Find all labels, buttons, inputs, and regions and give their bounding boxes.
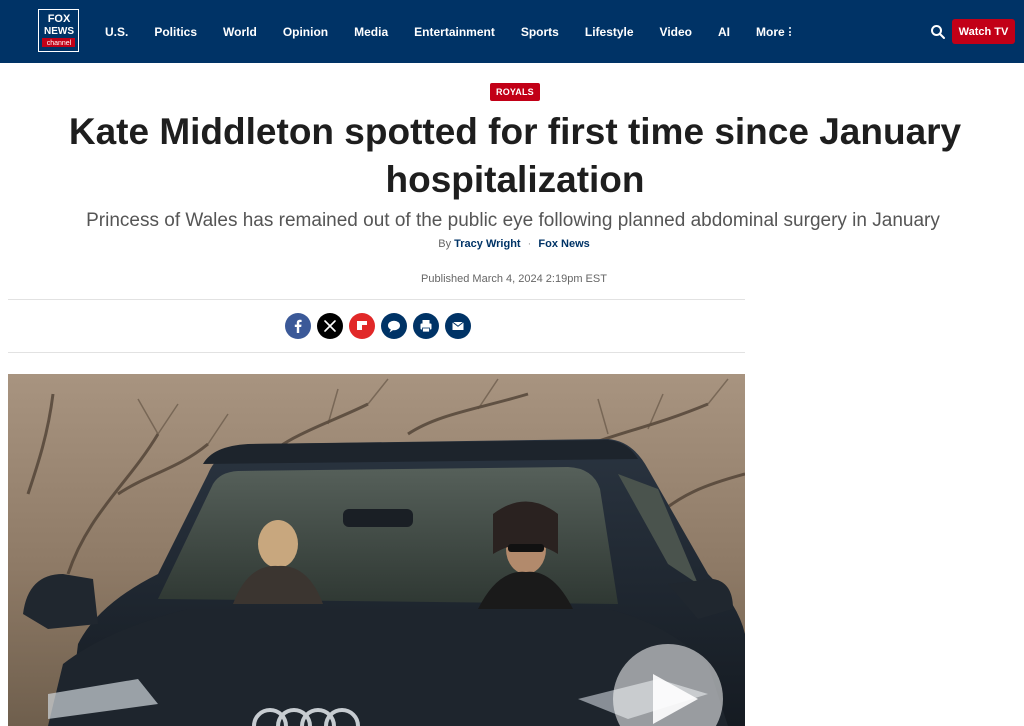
nav-ai[interactable]: AI <box>718 25 730 39</box>
article-hero-image[interactable] <box>8 374 745 726</box>
nav-politics[interactable]: Politics <box>154 25 197 39</box>
logo-line-channel: channel <box>47 40 72 47</box>
x-icon <box>324 320 336 332</box>
byline-prefix: By <box>438 238 452 250</box>
nav-us[interactable]: U.S. <box>105 25 128 39</box>
nav-world[interactable]: World <box>223 25 257 39</box>
divider-top <box>8 299 745 300</box>
share-comments-button[interactable] <box>381 313 407 339</box>
share-flipboard-button[interactable] <box>349 313 375 339</box>
watch-tv-button[interactable]: Watch TV <box>952 19 1015 44</box>
article-headline: Kate Middleton spotted for first time si… <box>68 111 962 200</box>
divider-bottom <box>8 352 745 353</box>
fox-news-logo-mark: FOX NEWS channel <box>39 10 78 51</box>
fox-news-logo[interactable]: FOX NEWS channel <box>38 9 79 52</box>
nav-more-label: More <box>756 24 785 39</box>
facebook-icon <box>294 319 302 333</box>
nav-opinion[interactable]: Opinion <box>283 25 328 39</box>
search-icon[interactable] <box>930 24 946 40</box>
vertical-dots-icon <box>788 27 791 36</box>
nav-more-button[interactable]: More <box>756 25 791 39</box>
print-icon <box>420 320 432 333</box>
published-date: Published March 4, 2024 2:19pm EST <box>421 273 607 285</box>
byline-separator: · <box>527 238 532 250</box>
comment-icon <box>388 320 400 333</box>
nav-video[interactable]: Video <box>660 25 692 39</box>
share-x-button[interactable] <box>317 313 343 339</box>
hero-photo-suv <box>8 374 745 726</box>
nav-lifestyle[interactable]: Lifestyle <box>585 25 634 39</box>
logo-line-news: NEWS <box>44 26 74 37</box>
share-facebook-button[interactable] <box>285 313 311 339</box>
byline: By Tracy Wright · Fox News <box>0 238 1024 250</box>
top-navigation-bar: FOX NEWS channel U.S. Politics World Opi… <box>0 0 1024 63</box>
logo-line-fox: FOX <box>48 13 71 25</box>
article-subheadline: Princess of Wales has remained out of th… <box>86 210 940 231</box>
share-print-button[interactable] <box>413 313 439 339</box>
source-link[interactable]: Fox News <box>538 238 589 250</box>
nav-entertainment[interactable]: Entertainment <box>414 25 495 39</box>
email-icon <box>452 321 464 330</box>
main-nav: U.S. Politics World Opinion Media Entert… <box>92 0 804 63</box>
category-badge[interactable]: ROYALS <box>490 83 540 101</box>
flipboard-icon <box>357 321 367 330</box>
nav-sports[interactable]: Sports <box>521 25 559 39</box>
share-bar <box>285 313 471 339</box>
author-link[interactable]: Tracy Wright <box>454 238 520 250</box>
nav-media[interactable]: Media <box>354 25 388 39</box>
share-email-button[interactable] <box>445 313 471 339</box>
